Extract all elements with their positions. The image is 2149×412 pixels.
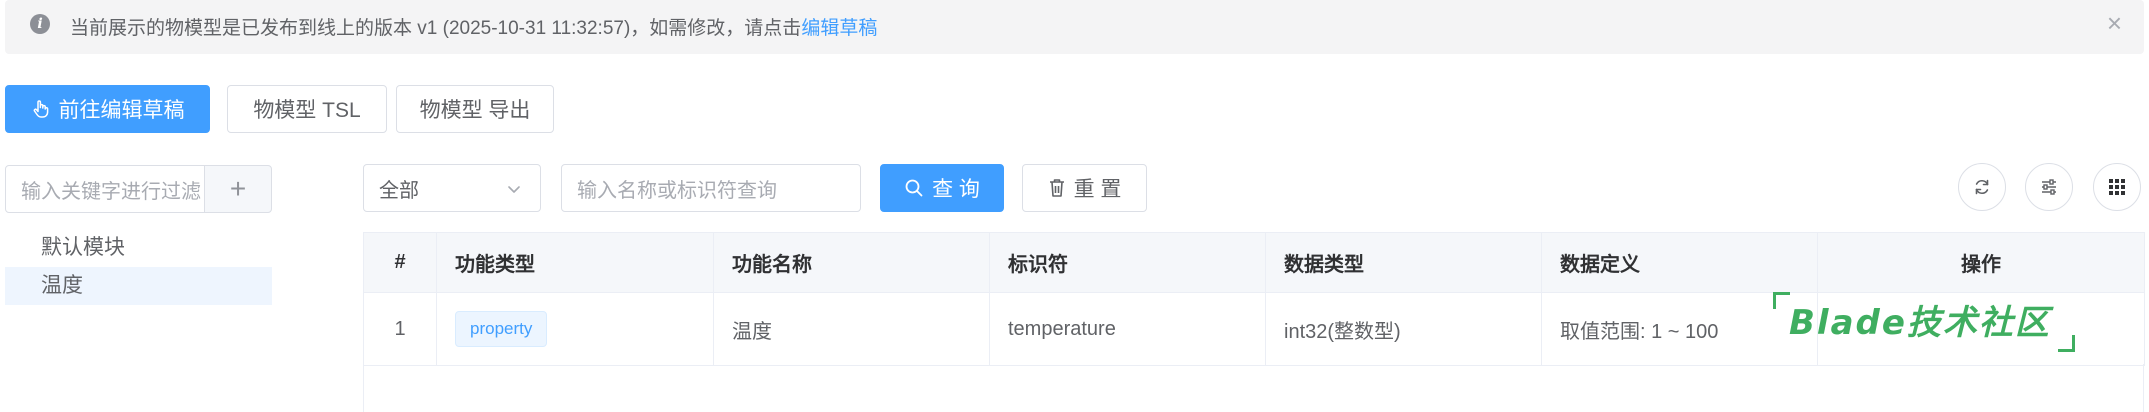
column-header-definition: 数据定义: [1541, 232, 1818, 293]
filter-settings-button[interactable]: [2025, 163, 2073, 211]
watermark-corner-top-left: [1773, 292, 1790, 309]
edit-draft-button[interactable]: 前往编辑草稿: [5, 85, 210, 133]
tsl-label: 物模型 TSL: [253, 99, 361, 122]
refresh-button[interactable]: [1958, 163, 2006, 211]
column-header-data-type: 数据类型: [1265, 232, 1542, 293]
trash-icon: [1049, 179, 1064, 197]
watermark-text: Blade技术社区: [1789, 303, 2051, 343]
row-name: 温度: [713, 292, 990, 366]
alert-text: 当前展示的物模型是已发布到线上的版本 v1 (2025-10-31 11:32:…: [70, 18, 802, 39]
tree-item-label: 默认模块: [41, 236, 125, 259]
module-filter-input[interactable]: 输入关键字进行过滤: [5, 165, 205, 213]
row-data-type: int32(整数型): [1265, 292, 1542, 366]
column-header-name: 功能名称: [713, 232, 990, 293]
close-icon[interactable]: ×: [2107, 10, 2122, 36]
table-body-empty-area: [363, 364, 2144, 412]
alert-message: 当前展示的物模型是已发布到线上的版本 v1 (2025-10-31 11:32:…: [70, 13, 877, 40]
pointer-hand-icon: [33, 100, 48, 118]
name-search-input[interactable]: 输入名称或标识符查询: [561, 164, 861, 212]
column-header-actions: 操作: [1817, 232, 2145, 293]
name-search-placeholder: 输入名称或标识符查询: [577, 179, 777, 202]
column-header-index: #: [363, 232, 437, 293]
watermark-corner-bottom-right: [2058, 335, 2075, 352]
columns-button[interactable]: [2093, 163, 2141, 211]
search-icon: [905, 179, 923, 197]
row-type-cell: property: [436, 292, 714, 366]
tree-item-temperature[interactable]: 温度: [5, 267, 272, 305]
tree-item-label: 温度: [41, 274, 83, 297]
row-index: 1: [363, 292, 437, 366]
column-header-type: 功能类型: [436, 232, 714, 293]
watermark: Blade技术社区: [1773, 292, 2075, 352]
export-button[interactable]: 物模型 导出: [396, 85, 554, 133]
reset-label: 重 置: [1073, 178, 1122, 201]
reset-button[interactable]: 重 置: [1022, 164, 1147, 212]
column-header-identifier: 标识符: [989, 232, 1266, 293]
add-module-button[interactable]: +: [204, 165, 272, 213]
edit-draft-link[interactable]: 编辑草稿: [801, 18, 877, 39]
module-filter-placeholder: 输入关键字进行过滤: [21, 180, 201, 203]
table-header-row: # 功能类型 功能名称 标识符 数据类型 数据定义 操作: [363, 232, 2145, 293]
chevron-down-icon: [508, 186, 520, 193]
info-alert: i 当前展示的物模型是已发布到线上的版本 v1 (2025-10-31 11:3…: [5, 0, 2144, 54]
refresh-icon: [1975, 179, 1989, 195]
type-select[interactable]: 全部: [363, 164, 541, 212]
tree-item-default[interactable]: 默认模块: [5, 229, 272, 267]
plus-icon: +: [229, 173, 247, 204]
type-tag: property: [455, 311, 548, 347]
query-label: 查 询: [932, 178, 980, 201]
edit-draft-label: 前往编辑草稿: [58, 99, 185, 122]
row-identifier: temperature: [989, 292, 1266, 366]
export-label: 物模型 导出: [419, 99, 531, 122]
tsl-button[interactable]: 物模型 TSL: [227, 85, 387, 133]
query-button[interactable]: 查 询: [880, 164, 1004, 212]
sliders-icon: [2042, 179, 2056, 195]
grid-icon: [2109, 179, 2125, 195]
info-icon: i: [30, 14, 50, 34]
type-select-value: 全部: [379, 179, 419, 202]
